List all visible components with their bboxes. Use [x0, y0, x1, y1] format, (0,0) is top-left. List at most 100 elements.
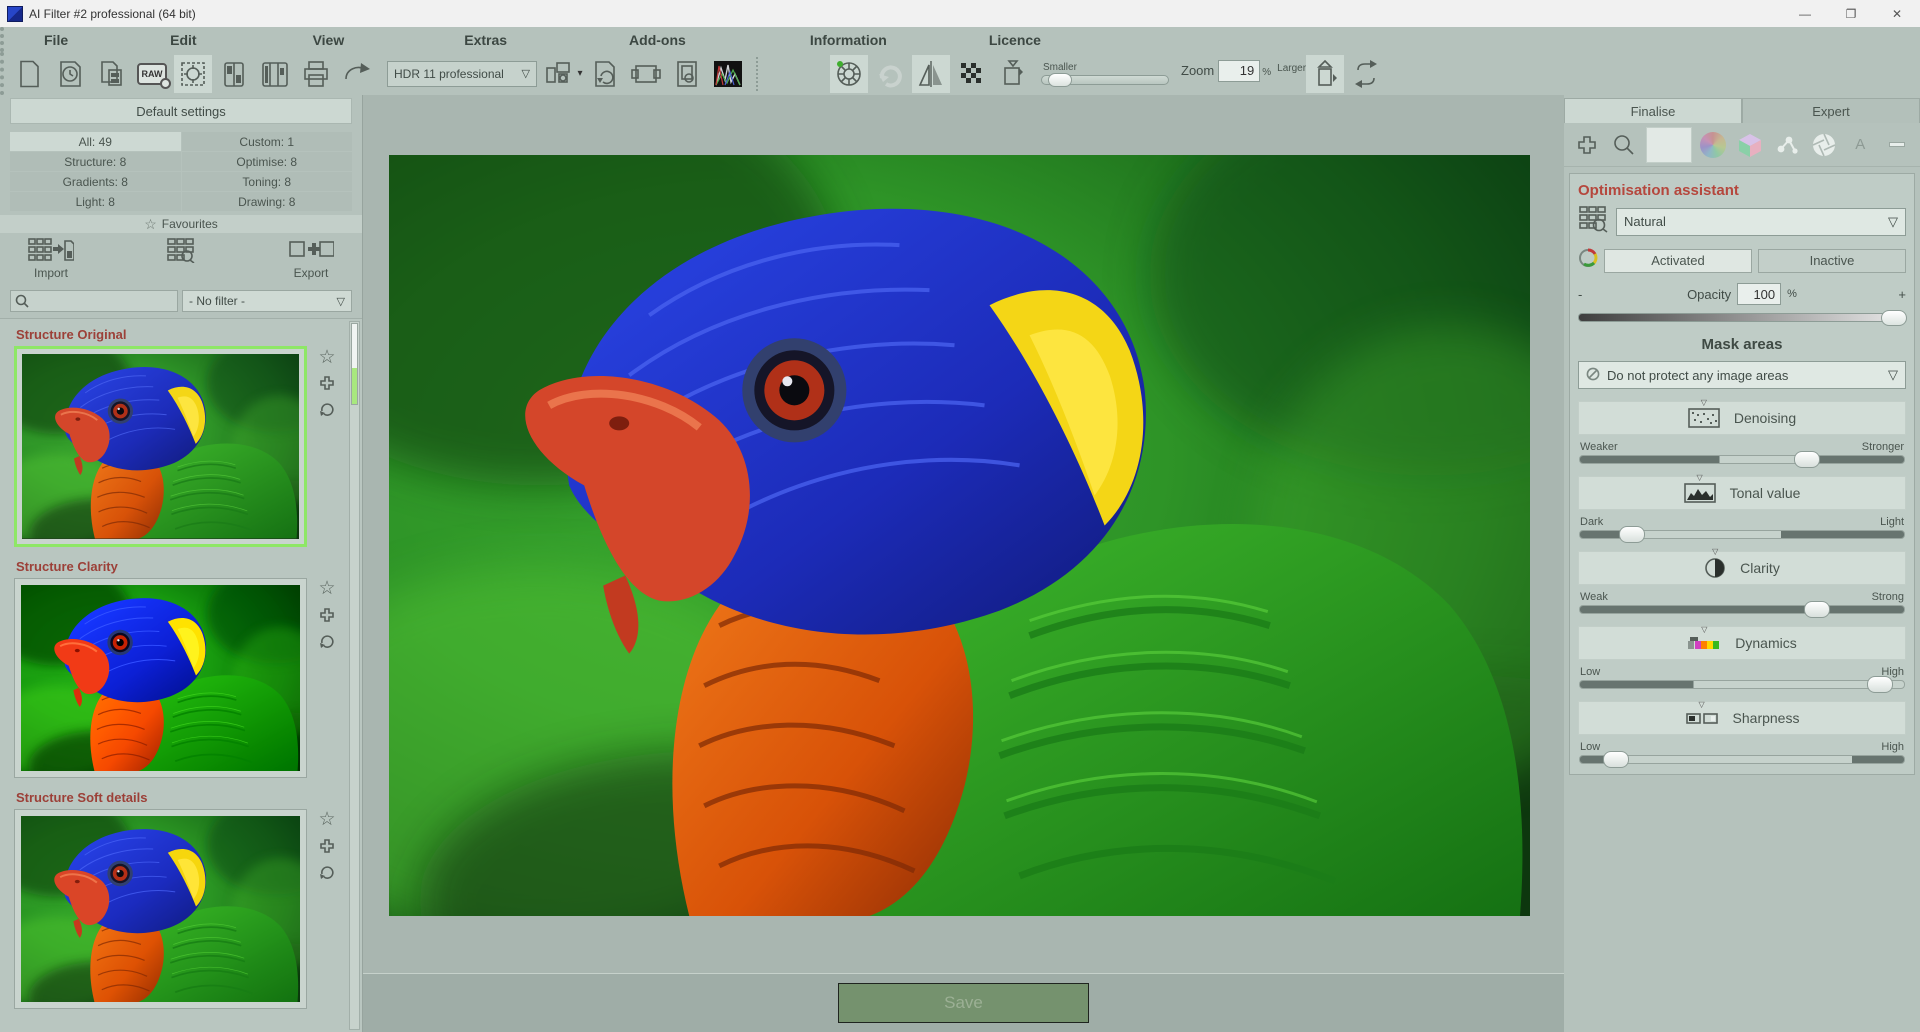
- search-input[interactable]: [33, 294, 163, 308]
- magnifier-icon[interactable]: [1609, 128, 1639, 162]
- mask-areas-dropdown[interactable]: Do not protect any image areas ▽: [1578, 361, 1906, 389]
- menu-edit[interactable]: Edit: [158, 32, 208, 48]
- reload-image-button[interactable]: [586, 55, 624, 93]
- image-preview[interactable]: [389, 155, 1530, 916]
- menu-view[interactable]: View: [301, 32, 357, 48]
- category-all[interactable]: All: 49: [10, 132, 181, 151]
- snapshot-button[interactable]: [994, 55, 1032, 93]
- clarity-slider[interactable]: [1579, 605, 1905, 614]
- compare-pixels-button[interactable]: [953, 55, 991, 93]
- chevron-down-icon[interactable]: ▽: [1701, 625, 1707, 634]
- filter-thumbnail[interactable]: [14, 809, 307, 1009]
- opacity-slider-thumb[interactable]: [1881, 310, 1907, 326]
- opacity-input[interactable]: [1737, 283, 1781, 305]
- add-variant-icon[interactable]: [317, 605, 337, 625]
- category-drawing[interactable]: Drawing: 8: [182, 192, 353, 211]
- crop-button[interactable]: [627, 55, 665, 93]
- chevron-down-icon[interactable]: ▽: [1701, 398, 1707, 407]
- filter-item-structure-original[interactable]: Structure Original ☆: [14, 325, 362, 547]
- detail-viewer-button[interactable]: [668, 55, 706, 93]
- share-icon[interactable]: [338, 55, 376, 93]
- colour-wheel-icon[interactable]: [1698, 128, 1728, 162]
- filter-list-scrollbar[interactable]: [349, 321, 360, 1030]
- zoom-input[interactable]: [1218, 60, 1260, 82]
- tab-expert[interactable]: Expert: [1742, 98, 1920, 123]
- maximize-button[interactable]: ❐: [1828, 0, 1874, 27]
- export-presets-button[interactable]: Export: [288, 237, 334, 280]
- menu-licence[interactable]: Licence: [977, 32, 1053, 48]
- chevron-down-icon[interactable]: ▽: [1712, 547, 1718, 556]
- category-toning[interactable]: Toning: 8: [182, 172, 353, 191]
- colour-settings-button[interactable]: [830, 55, 868, 93]
- sharpness-slider-thumb[interactable]: [1603, 751, 1629, 768]
- category-light[interactable]: Light: 8: [10, 192, 181, 211]
- inactive-button[interactable]: Inactive: [1758, 249, 1906, 273]
- menu-addons[interactable]: Add-ons: [617, 32, 698, 48]
- tonal-value-slider-thumb[interactable]: [1619, 526, 1645, 543]
- split-view-button[interactable]: [215, 55, 253, 93]
- opacity-minus[interactable]: -: [1578, 287, 1592, 302]
- favourite-star-icon[interactable]: ☆: [317, 347, 337, 367]
- neutral-swatch[interactable]: [1646, 127, 1692, 163]
- refresh-variants-icon[interactable]: [317, 399, 337, 419]
- device-settings-button[interactable]: ▾: [545, 55, 583, 93]
- refresh-variants-icon[interactable]: [317, 862, 337, 882]
- add-variant-icon[interactable]: [317, 836, 337, 856]
- menu-file[interactable]: File: [32, 32, 80, 48]
- category-structure[interactable]: Structure: 8: [10, 152, 181, 171]
- collapse-icon[interactable]: [1882, 128, 1912, 162]
- default-settings-button[interactable]: Default settings: [10, 98, 352, 124]
- denoising-slider-thumb[interactable]: [1794, 451, 1820, 468]
- denoising-header[interactable]: ▽ Denoising: [1578, 401, 1906, 435]
- browse-presets-button[interactable]: [166, 237, 196, 266]
- filter-search-box[interactable]: [10, 290, 178, 312]
- category-custom[interactable]: Custom: 1: [182, 132, 353, 151]
- clarity-slider-thumb[interactable]: [1804, 601, 1830, 618]
- opacity-plus[interactable]: +: [1892, 287, 1906, 302]
- chevron-down-icon[interactable]: ▽: [1697, 473, 1703, 482]
- sharpness-slider[interactable]: [1579, 755, 1905, 764]
- raw-module-button[interactable]: RAW: [133, 55, 171, 93]
- text-tool-icon[interactable]: A: [1845, 128, 1875, 162]
- refresh-variants-icon[interactable]: [317, 631, 337, 651]
- zoom-slider-thumb[interactable]: [1048, 73, 1072, 87]
- preset-select[interactable]: HDR 11 professional ▽: [387, 61, 537, 87]
- add-variant-icon[interactable]: [317, 373, 337, 393]
- rotate-button[interactable]: [1347, 55, 1385, 93]
- clarity-header[interactable]: ▽ Clarity: [1578, 551, 1906, 585]
- print-button[interactable]: [297, 55, 335, 93]
- history-button[interactable]: [51, 55, 89, 93]
- menu-information[interactable]: Information: [798, 32, 899, 48]
- filter-item-structure-clarity[interactable]: Structure Clarity ☆: [14, 557, 362, 778]
- save-button[interactable]: Save: [838, 983, 1089, 1023]
- tab-finalise[interactable]: Finalise: [1564, 98, 1742, 123]
- close-button[interactable]: ✕: [1874, 0, 1920, 27]
- favourite-star-icon[interactable]: ☆: [317, 810, 337, 830]
- activated-button[interactable]: Activated: [1604, 249, 1752, 273]
- open-image-button[interactable]: [10, 55, 48, 93]
- denoising-slider[interactable]: [1579, 455, 1905, 464]
- flip-horizontal-button[interactable]: [912, 55, 950, 93]
- favourites-toggle[interactable]: ☆ Favourites: [0, 215, 362, 233]
- menu-extras[interactable]: Extras: [452, 32, 519, 48]
- category-optimise[interactable]: Optimise: 8: [182, 152, 353, 171]
- filter-item-structure-soft-details[interactable]: Structure Soft details ☆: [14, 788, 362, 1009]
- scrollbar-thumb[interactable]: [351, 323, 358, 405]
- dynamics-slider-thumb[interactable]: [1867, 676, 1893, 693]
- category-gradients[interactable]: Gradients: 8: [10, 172, 181, 191]
- dynamics-header[interactable]: ▽ Dynamics: [1578, 626, 1906, 660]
- filter-settings-button[interactable]: [174, 55, 212, 93]
- opacity-slider[interactable]: [1578, 313, 1906, 322]
- redo-icon[interactable]: [871, 55, 909, 93]
- colour-cube-icon[interactable]: [1735, 128, 1765, 162]
- add-tool-icon[interactable]: [1572, 128, 1602, 162]
- batch-processing-button[interactable]: [92, 55, 130, 93]
- favourite-star-icon[interactable]: ☆: [317, 579, 337, 599]
- filter-category-dropdown[interactable]: - No filter - ▽: [182, 290, 352, 312]
- zoom-slider[interactable]: [1041, 75, 1169, 85]
- triple-view-button[interactable]: [256, 55, 294, 93]
- assistant-preset-dropdown[interactable]: Natural ▽: [1616, 208, 1906, 236]
- tonal-value-slider[interactable]: [1579, 530, 1905, 539]
- chevron-down-icon[interactable]: ▽: [1698, 700, 1704, 709]
- dynamics-slider[interactable]: [1579, 680, 1905, 689]
